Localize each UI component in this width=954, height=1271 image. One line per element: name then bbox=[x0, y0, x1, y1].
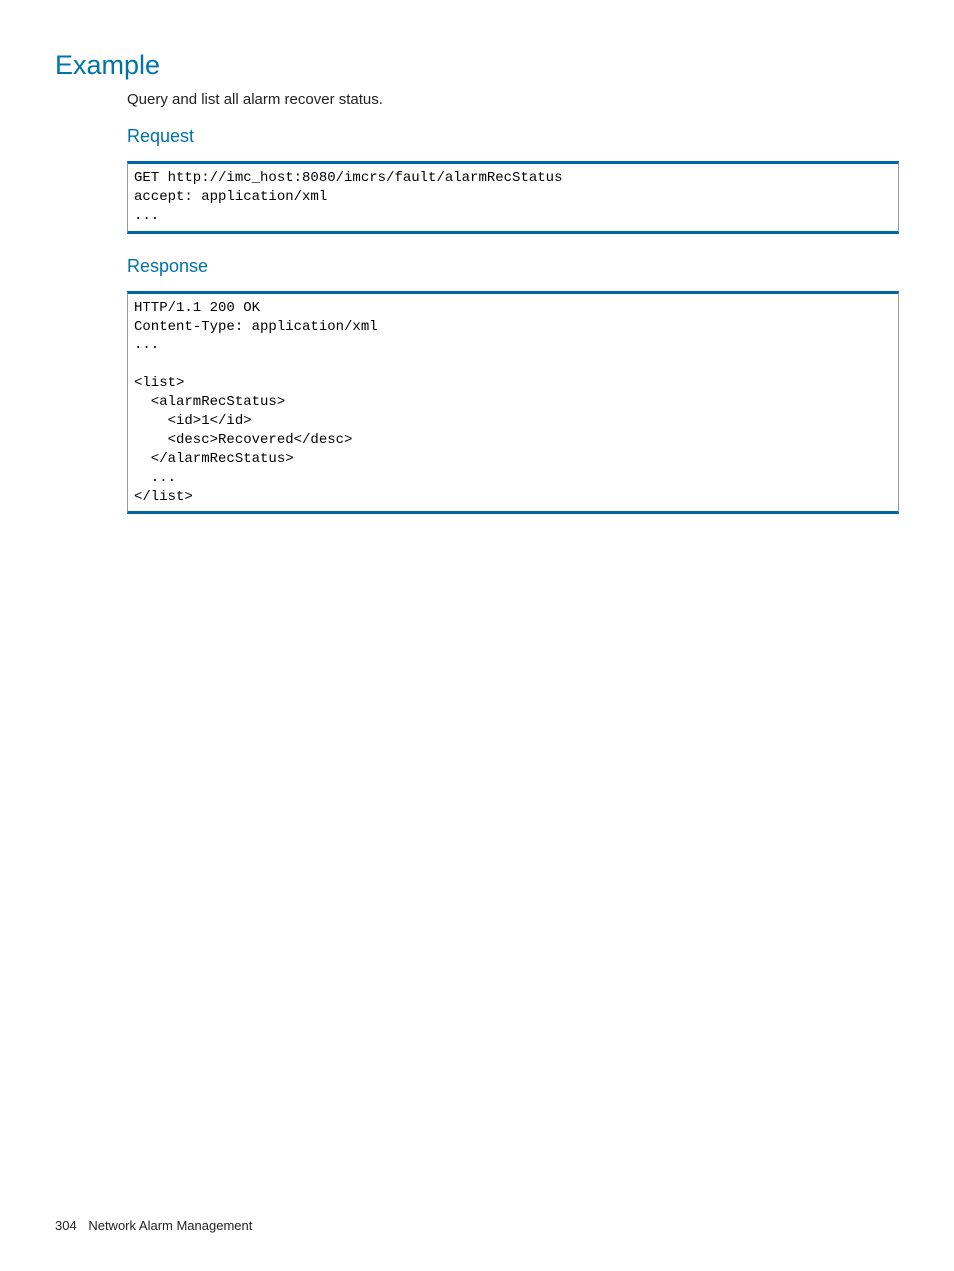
heading-response: Response bbox=[127, 256, 899, 277]
response-code-block: HTTP/1.1 200 OK Content-Type: applicatio… bbox=[127, 291, 899, 515]
page-content: Example Query and list all alarm recover… bbox=[0, 0, 954, 514]
page-footer: 304 Network Alarm Management bbox=[55, 1218, 252, 1233]
request-code-block: GET http://imc_host:8080/imcrs/fault/ala… bbox=[127, 161, 899, 234]
heading-request: Request bbox=[127, 126, 899, 147]
heading-example: Example bbox=[55, 50, 899, 81]
example-description: Query and list all alarm recover status. bbox=[127, 91, 899, 108]
page-number: 304 bbox=[55, 1218, 77, 1233]
footer-section: Network Alarm Management bbox=[88, 1218, 252, 1233]
